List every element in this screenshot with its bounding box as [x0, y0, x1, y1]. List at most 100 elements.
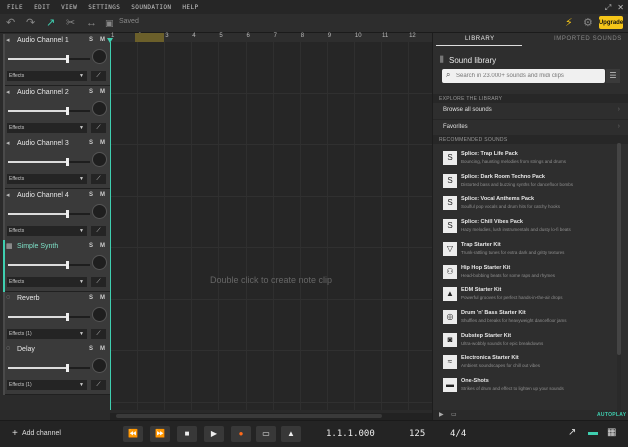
time-signature-readout[interactable]: 4/4 [450, 429, 466, 439]
mute-button[interactable]: M [100, 89, 105, 95]
arrangement-area[interactable] [110, 42, 432, 410]
track-name[interactable]: Simple Synth [17, 243, 58, 250]
redo-icon[interactable]: ↷ [26, 16, 35, 30]
solo-button[interactable]: S [89, 295, 93, 301]
fast-forward-button[interactable]: ⏩ [150, 426, 170, 442]
lightning-icon[interactable]: ⚡ [565, 16, 573, 30]
sound-pack-item[interactable]: S Splice: Dark Room Techno Pack Distorted … [433, 171, 619, 193]
volume-fader[interactable] [8, 55, 90, 63]
effects-dropdown[interactable]: Effects (1) ▼ [7, 380, 87, 390]
track-name[interactable]: Audio Channel 4 [17, 192, 69, 199]
autoplay-toggle[interactable]: AUTOPLAY [597, 412, 626, 418]
volume-fader-handle[interactable] [66, 55, 69, 63]
automation-button[interactable]: ⟋ [91, 122, 106, 133]
sound-pack-item[interactable]: ◎ Drum 'n' Bass Starter Kit Shuffles and b… [433, 307, 619, 329]
automation-button[interactable]: ⟋ [91, 71, 106, 81]
tab-library[interactable]: LIBRARY [465, 36, 495, 42]
mute-button[interactable]: M [100, 346, 105, 352]
menu-edit[interactable]: EDIT [34, 4, 50, 11]
loop-monitor-button[interactable]: ▭ [256, 426, 276, 442]
sound-pack-item[interactable]: S Splice: Trap Life Pack Bouncing, hauntin… [433, 148, 619, 170]
plus-icon[interactable]: + [12, 428, 18, 439]
volume-fader[interactable] [8, 364, 90, 372]
mute-button[interactable]: M [100, 295, 105, 301]
mute-button[interactable]: M [100, 243, 105, 249]
volume-fader-handle[interactable] [66, 158, 69, 166]
pan-knob[interactable] [92, 306, 107, 322]
solo-button[interactable]: S [89, 140, 93, 146]
volume-fader-handle[interactable] [66, 209, 69, 218]
effects-dropdown[interactable]: Effects ▼ [7, 71, 87, 81]
track-name[interactable]: Audio Channel 2 [17, 89, 69, 96]
sound-pack-item[interactable]: ⚇ Hip Hop Starter Kit Head-bobbing beats f… [433, 262, 619, 284]
solo-button[interactable]: S [89, 243, 93, 249]
track-name[interactable]: Audio Channel 1 [17, 37, 69, 44]
track-channel[interactable]: ◂ Audio Channel 2 S M Effects ▼ ⟋ [3, 85, 110, 138]
loop-region[interactable] [135, 33, 164, 42]
volume-fader[interactable] [8, 312, 90, 321]
track-channel[interactable]: ◂ Audio Channel 3 S M Effects ▼ ⟋ [3, 137, 110, 189]
volume-fader[interactable] [8, 106, 90, 115]
effects-dropdown[interactable]: Effects ▼ [7, 122, 87, 133]
mute-button[interactable]: M [100, 37, 105, 43]
sound-pack-item[interactable]: S Splice: Chill Vibes Pack Hazy melodies, … [433, 216, 619, 238]
pan-knob[interactable] [92, 100, 107, 116]
cut-tool-icon[interactable]: ✂ [66, 16, 75, 30]
add-channel-button[interactable]: Add channel [22, 430, 61, 437]
sound-pack-item[interactable]: S Splice: Vocal Anthems Pack Soulful pop v… [433, 193, 619, 215]
solo-button[interactable]: S [89, 346, 93, 352]
rewind-button[interactable]: ⏪ [123, 426, 143, 442]
pointer-tool-icon[interactable]: ↗ [46, 16, 55, 30]
pan-knob[interactable] [92, 255, 107, 270]
track-name[interactable]: Audio Channel 3 [17, 140, 69, 147]
menu-help[interactable]: HELP [182, 4, 198, 11]
undo-icon[interactable]: ↶ [6, 16, 15, 30]
volume-fader-handle[interactable] [66, 261, 69, 269]
track-channel[interactable]: ▦ Simple Synth S M Effects ▼ ⟋ [3, 240, 110, 292]
sound-pack-item[interactable]: ▽ Trap Starter Kit Trunk-rattling tunes fo… [433, 239, 619, 261]
volume-fader[interactable] [8, 261, 90, 269]
mixer-icon[interactable]: ▦ [607, 427, 616, 438]
solo-button[interactable]: S [89, 89, 93, 95]
expand-arrow-icon[interactable]: ↗ [568, 427, 576, 438]
menu-file[interactable]: FILE [7, 4, 23, 11]
search-input[interactable] [456, 69, 601, 83]
track-channel[interactable]: ◌ Reverb S M Effects (1) ▼ ⟋ [3, 291, 110, 344]
mute-button[interactable]: M [100, 192, 105, 198]
playhead-marker[interactable] [107, 38, 113, 43]
horizontal-scrollbar-thumb[interactable] [116, 414, 382, 418]
volume-fader-handle[interactable] [66, 312, 69, 321]
automation-button[interactable]: ⟋ [91, 174, 106, 184]
stop-button[interactable]: ■ [177, 426, 197, 442]
sound-pack-item[interactable]: ≈ Electronica Starter Kit Ambient soundsca… [433, 352, 619, 374]
volume-fader[interactable] [8, 209, 90, 218]
explore-browse-all[interactable]: Browse all sounds › [433, 103, 628, 120]
automation-button[interactable]: ⟋ [91, 328, 106, 339]
automation-button[interactable]: ⟋ [91, 277, 106, 287]
stretch-tool-icon[interactable]: ↔ [86, 16, 97, 30]
pan-knob[interactable] [92, 152, 107, 167]
pan-knob[interactable] [92, 358, 107, 373]
automation-button[interactable]: ⟋ [91, 225, 106, 236]
filter-button[interactable]: ☰ [606, 69, 620, 83]
effects-dropdown[interactable]: Effects ▼ [7, 277, 87, 287]
track-name[interactable]: Delay [17, 346, 35, 353]
menu-soundation[interactable]: SOUNDATION [131, 4, 171, 11]
metronome-button[interactable]: ▲ [281, 426, 301, 442]
effects-dropdown[interactable]: Effects (1) ▼ [7, 328, 87, 339]
menu-settings[interactable]: SETTINGS [88, 4, 120, 11]
position-readout[interactable]: 1.1.1.000 [326, 429, 375, 439]
close-icon[interactable]: ✕ [617, 3, 624, 13]
mute-button[interactable]: M [100, 140, 105, 146]
solo-button[interactable]: S [89, 37, 93, 43]
library-scrollbar-thumb[interactable] [617, 143, 621, 355]
pan-knob[interactable] [92, 203, 107, 219]
sound-pack-item[interactable]: ◙ Dubstep Starter Kit Ultra-wobbly sounds … [433, 330, 619, 352]
upgrade-button[interactable]: Upgrade [599, 16, 623, 29]
volume-fader-handle[interactable] [66, 364, 69, 372]
track-name[interactable]: Reverb [17, 295, 40, 302]
solo-button[interactable]: S [89, 192, 93, 198]
track-channel[interactable]: ◂ Audio Channel 1 S M Effects ▼ ⟋ [3, 34, 110, 86]
settings-gear-icon[interactable]: ⚙ [583, 16, 593, 30]
effects-dropdown[interactable]: Effects ▼ [7, 225, 87, 236]
